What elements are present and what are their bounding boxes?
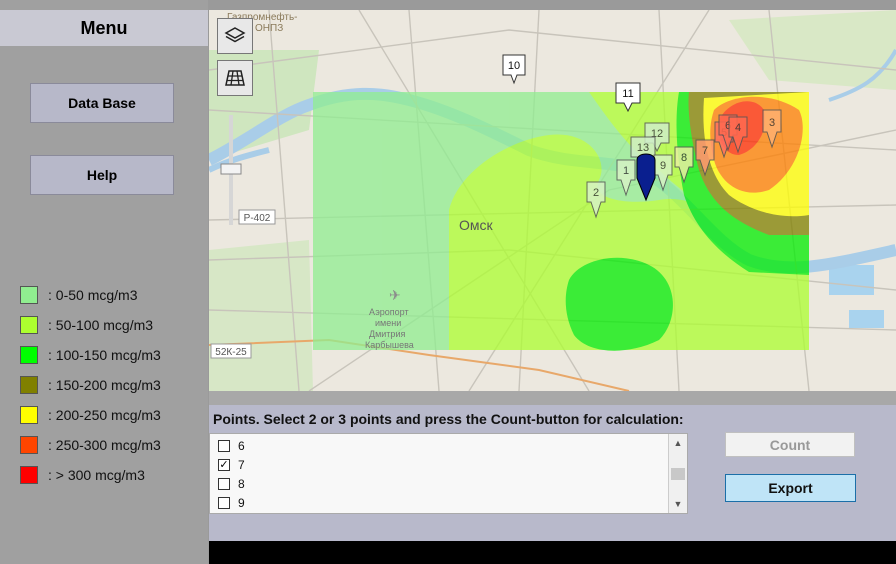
checkbox[interactable] <box>218 478 230 490</box>
svg-text:4: 4 <box>735 122 741 134</box>
list-item[interactable]: 6 <box>218 437 245 455</box>
legend-label: : 100-150 mcg/m3 <box>48 347 161 363</box>
list-item[interactable]: 8 <box>218 475 245 493</box>
export-button[interactable]: Export <box>725 474 856 502</box>
refinery-label: ОНПЗ <box>255 23 283 34</box>
legend-item: : 150-200 mcg/m3 <box>20 375 161 395</box>
svg-text:2: 2 <box>593 187 599 199</box>
airport-label: имени <box>375 318 401 328</box>
scroll-thumb[interactable] <box>671 468 685 480</box>
city-label: Омск <box>459 217 494 233</box>
legend-item: : 0-50 mcg/m3 <box>20 285 137 305</box>
svg-text:3: 3 <box>769 117 775 129</box>
scrollbar[interactable]: ▲ ▼ <box>668 434 687 513</box>
legend-swatch <box>20 316 38 334</box>
legend-label: : 200-250 mcg/m3 <box>48 407 161 423</box>
list-item[interactable]: ✓ 7 <box>218 456 245 474</box>
help-button[interactable]: Help <box>30 155 174 195</box>
zone-100-150 <box>565 257 673 351</box>
legend-label: : 250-300 mcg/m3 <box>48 437 161 453</box>
list-item-label: 8 <box>238 477 245 491</box>
water-body <box>849 310 884 328</box>
svg-text:9: 9 <box>660 160 666 172</box>
check-icon: ✓ <box>219 458 229 471</box>
airport-label: Карбышева <box>365 340 414 350</box>
layers-icon <box>224 27 246 43</box>
list-item-label: 7 <box>238 458 245 472</box>
airport-label: Аэропорт <box>369 307 409 317</box>
sidebar: Menu Data Base Help : 0-50 mcg/m3 : 50-1… <box>0 0 208 564</box>
legend-swatch <box>20 376 38 394</box>
svg-text:7: 7 <box>702 145 708 157</box>
scroll-down-icon[interactable]: ▼ <box>669 497 687 511</box>
layers-button[interactable] <box>217 18 253 54</box>
database-button[interactable]: Data Base <box>30 83 174 123</box>
airport-icon: ✈ <box>389 287 401 303</box>
road-label: Р-402 <box>244 213 271 224</box>
legend-swatch <box>20 466 38 484</box>
legend-swatch <box>20 286 38 304</box>
legend-item: : 50-100 mcg/m3 <box>20 315 153 335</box>
airport-label: Дмитрия <box>369 329 405 339</box>
legend-swatch <box>20 406 38 424</box>
legend-label: : 50-100 mcg/m3 <box>48 317 154 333</box>
points-panel: Points. Select 2 or 3 points and press t… <box>209 405 896 541</box>
svg-text:10: 10 <box>508 60 520 72</box>
scroll-up-icon[interactable]: ▲ <box>669 436 687 450</box>
map-canvas[interactable]: Р-402 52К-25 Газпромнефть- ОНПЗ Омск ✈ А… <box>209 10 896 391</box>
legend-swatch <box>20 436 38 454</box>
map-divider <box>209 391 896 405</box>
grid-button[interactable] <box>217 60 253 96</box>
svg-text:11: 11 <box>622 88 633 100</box>
legend-label: : 150-200 mcg/m3 <box>48 377 161 393</box>
count-button[interactable]: Count <box>725 432 855 457</box>
svg-text:13: 13 <box>637 142 649 154</box>
bottom-bar <box>209 541 896 564</box>
checkbox[interactable] <box>218 497 230 509</box>
menu-title: Menu <box>0 10 208 46</box>
legend-label: : > 300 mcg/m3 <box>48 467 145 483</box>
grid-icon <box>225 70 245 86</box>
checkbox[interactable]: ✓ <box>218 459 230 471</box>
legend-item: : 200-250 mcg/m3 <box>20 405 161 425</box>
water-body <box>829 265 874 295</box>
points-list[interactable]: 6 ✓ 7 8 9 ▲ ▼ <box>209 433 688 514</box>
legend-item: : 250-300 mcg/m3 <box>20 435 161 455</box>
legend-swatch <box>20 346 38 364</box>
points-title: Points. Select 2 or 3 points and press t… <box>213 411 684 427</box>
list-item-label: 9 <box>238 496 245 510</box>
svg-text:1: 1 <box>623 165 629 177</box>
svg-text:8: 8 <box>681 152 687 164</box>
list-item[interactable]: 9 <box>218 494 245 512</box>
map-view[interactable]: Р-402 52К-25 Газпромнефть- ОНПЗ Омск ✈ А… <box>209 10 896 391</box>
zoom-slider[interactable] <box>220 163 242 175</box>
legend-label: : 0-50 mcg/m3 <box>48 287 138 303</box>
list-item-label: 6 <box>238 439 245 453</box>
legend-item: : 100-150 mcg/m3 <box>20 345 161 365</box>
road-label: 52К-25 <box>215 347 247 358</box>
checkbox[interactable] <box>218 440 230 452</box>
legend-item: : > 300 mcg/m3 <box>20 465 145 485</box>
